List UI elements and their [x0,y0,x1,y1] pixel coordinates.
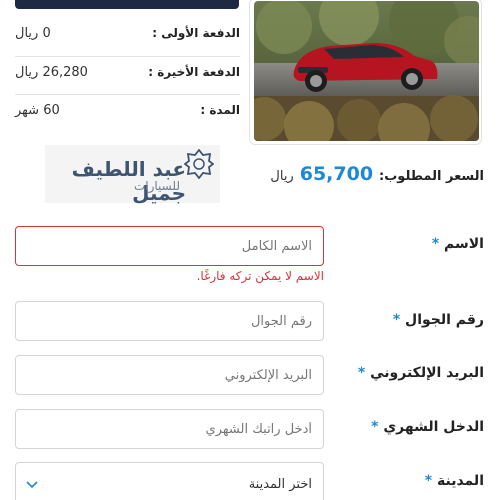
email-label: البريد الإلكتروني * [356,365,484,381]
required-mark: * [392,312,401,328]
chevron-down-icon [24,477,40,497]
term-label: المدة : [200,103,240,117]
price-line: السعر المطلوب: 65,700 ريال [270,163,484,185]
dealer-logo: عبد اللطيف جميل للسيارات [45,145,220,205]
required-mark: * [371,419,379,435]
mobile-input[interactable] [15,301,324,341]
name-input[interactable] [15,226,324,266]
last-payment-label: الدفعة الأخيرة : [148,65,240,79]
car-image [254,1,479,141]
last-payment-value: 26,280 ريال [15,64,88,80]
calculate-button[interactable] [15,0,239,9]
city-label: المدينة * [423,473,484,489]
first-payment-value: 0 ريال [15,25,51,41]
required-mark: * [424,473,433,489]
email-input[interactable] [15,355,324,395]
city-select-value: اختر المدينة [248,477,312,492]
name-label-text: الاسم [444,236,484,252]
term-value: 60 شهر [15,102,60,118]
mobile-label-text: رقم الجوال [405,312,484,328]
mobile-label: رقم الجوال * [391,312,484,328]
required-mark: * [431,236,440,252]
price-label: السعر المطلوب: [379,169,484,184]
email-label-text: البريد الإلكتروني [370,365,484,381]
logo-emblem-icon [183,148,215,183]
price-value: 65,700 [299,163,374,185]
name-error-message: الاسم لا يمكن تركه فارغًا. [196,269,324,283]
first-payment-label: الدفعة الأولى : [152,26,240,40]
income-label: الدخل الشهري * [369,419,484,435]
city-label-text: المدينة [437,473,484,489]
income-label-text: الدخل الشهري [383,419,484,435]
price-currency: ريال [270,169,294,184]
required-mark: * [357,365,366,381]
name-label: الاسم * [430,236,484,252]
income-input[interactable] [15,409,324,449]
city-select[interactable]: اختر المدينة [15,462,324,500]
car-image-card [249,0,482,145]
term-row: المدة : 60 شهر [15,91,240,129]
logo-subtitle: للسيارات [133,179,180,193]
last-payment-row: الدفعة الأخيرة : 26,280 ريال [15,53,240,91]
first-payment-row: الدفعة الأولى : 0 ريال [15,14,240,52]
